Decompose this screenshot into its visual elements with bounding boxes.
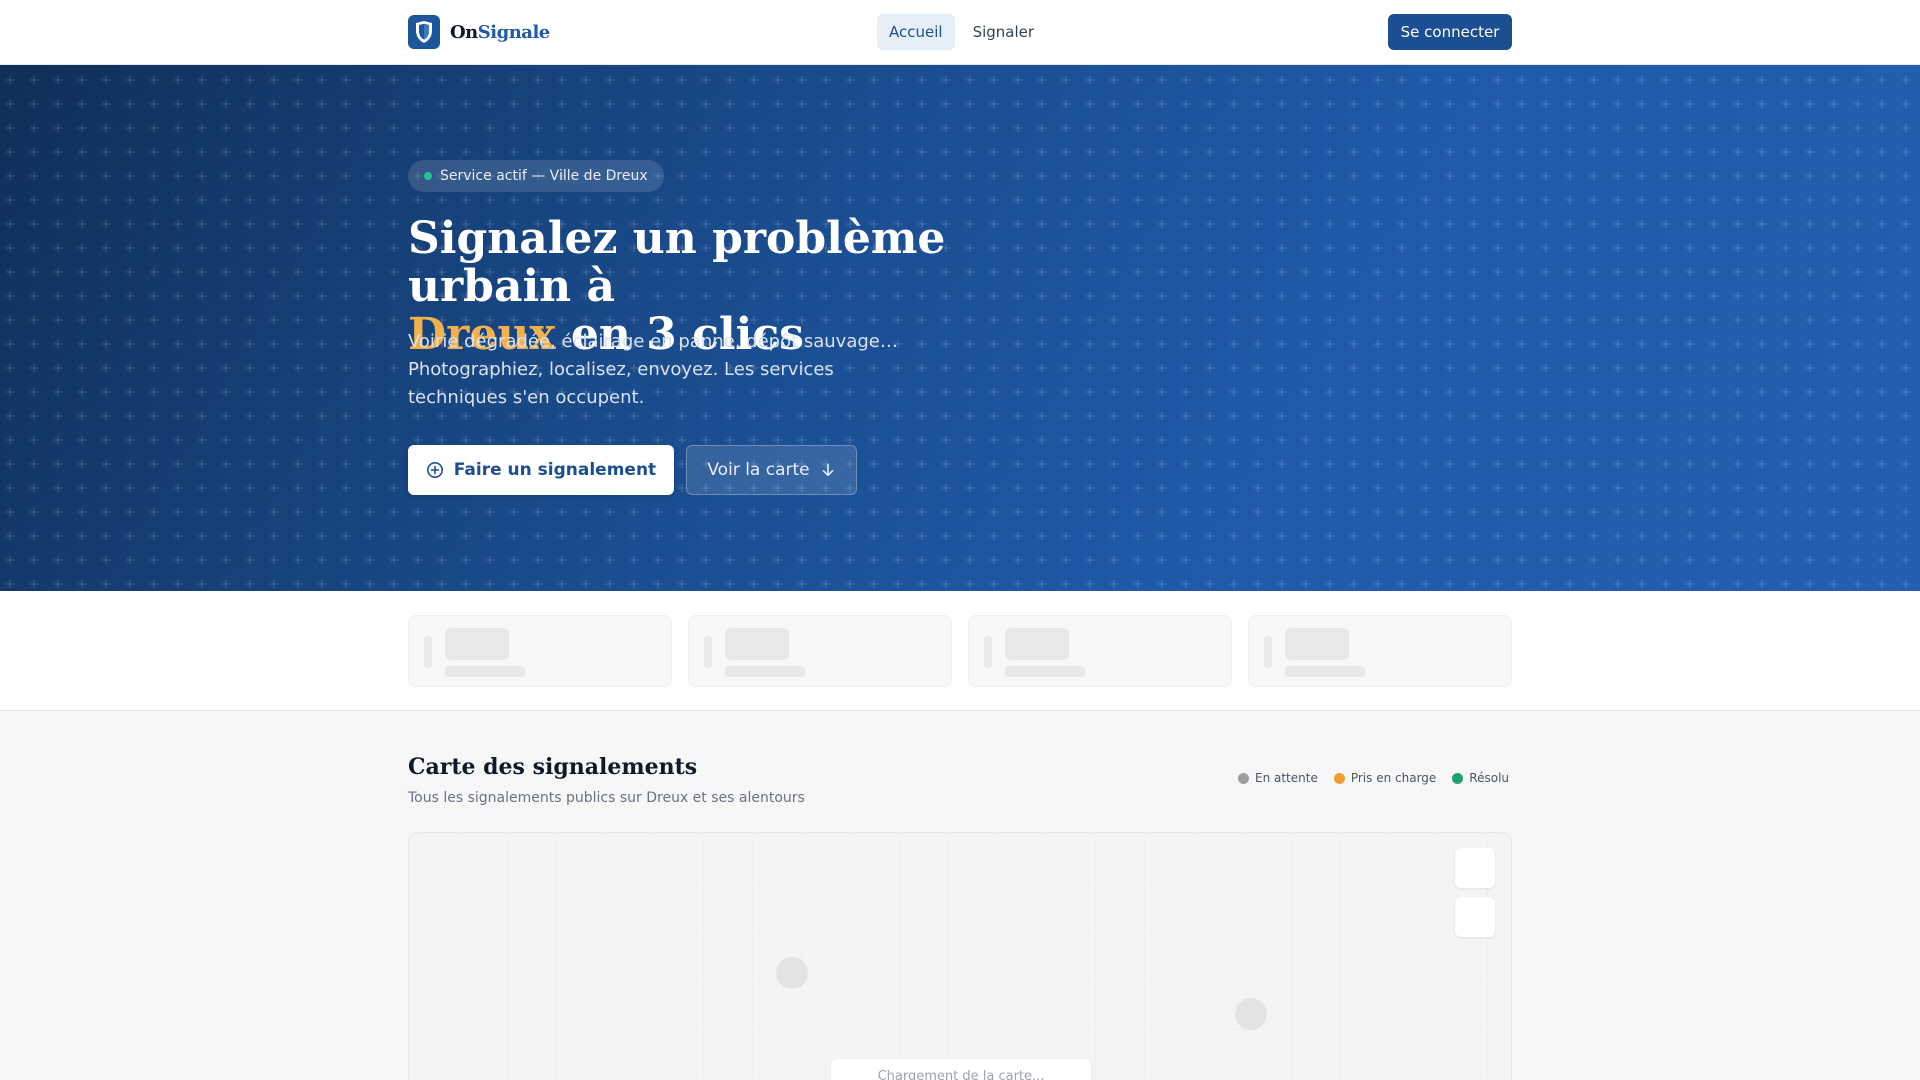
nav-item-signaler[interactable]: Signaler xyxy=(961,14,1046,50)
login-button[interactable]: Se connecter xyxy=(1388,14,1512,50)
legend-label: En attente xyxy=(1255,771,1318,785)
skeleton-value xyxy=(725,628,789,660)
service-status-text: Service actif — Ville de Dreux xyxy=(440,168,648,184)
top-header: OnSignale Accueil Signaler Se connecter xyxy=(0,0,1920,65)
legend-label: Pris en charge xyxy=(1350,771,1437,785)
stat-card-skeleton xyxy=(408,615,672,687)
map-marker-skeleton xyxy=(1235,998,1267,1030)
stats-section xyxy=(0,591,1920,711)
nav-item-accueil[interactable]: Accueil xyxy=(877,14,955,50)
map-loading-indicator: Chargement de la carte... xyxy=(831,1059,1091,1080)
service-status-badge: Service actif — Ville de Dreux xyxy=(408,160,664,192)
legend-item-in-progress: Pris en charge xyxy=(1333,771,1437,785)
map-legend: En attente Pris en charge Résolu xyxy=(1238,771,1509,785)
view-map-button-label: Voir la carte xyxy=(707,460,810,480)
skeleton-icon xyxy=(984,636,992,668)
skeleton-label xyxy=(1005,666,1085,677)
report-button-label: Faire un signalement xyxy=(453,460,657,480)
plus-circle-icon xyxy=(426,462,443,478)
legend-label: Résolu xyxy=(1469,771,1510,785)
reports-map[interactable]: Chargement de la carte... xyxy=(408,832,1512,1080)
skeleton-label xyxy=(445,666,525,677)
skeleton-value xyxy=(445,628,509,660)
hero-title-line1: Signalez un problème urbain à xyxy=(408,213,946,312)
view-map-button[interactable]: Voir la carte xyxy=(686,445,857,495)
arrow-down-icon xyxy=(822,463,833,477)
main-nav: Accueil Signaler xyxy=(877,14,1046,50)
brand-name: OnSignale xyxy=(450,22,550,43)
skeleton-label xyxy=(725,666,805,677)
skeleton-label xyxy=(1285,666,1365,677)
skeleton-icon xyxy=(704,636,712,668)
map-marker-skeleton xyxy=(776,957,808,989)
stat-card-skeleton xyxy=(1248,615,1512,687)
brand-logo-link[interactable]: OnSignale xyxy=(408,15,550,49)
legend-dot-icon xyxy=(1333,772,1345,784)
map-grid-placeholder xyxy=(409,833,1511,1080)
legend-item-pending: En attente xyxy=(1238,771,1318,785)
hero-section: Service actif — Ville de Dreux Signalez … xyxy=(0,65,1920,591)
legend-dot-icon xyxy=(1452,772,1464,784)
brand-name-prefix: On xyxy=(450,21,478,43)
brand-name-suffix: Signale xyxy=(477,21,550,43)
stat-card-skeleton xyxy=(688,615,952,687)
zoom-out-button[interactable] xyxy=(1455,897,1495,937)
map-section-title: Carte des signalements xyxy=(408,754,698,780)
report-button[interactable]: Faire un signalement xyxy=(408,445,674,495)
skeleton-icon xyxy=(424,636,432,668)
zoom-in-button[interactable] xyxy=(1455,848,1495,888)
stat-card-skeleton xyxy=(968,615,1232,687)
legend-item-resolved: Résolu xyxy=(1452,771,1509,785)
skeleton-value xyxy=(1285,628,1349,660)
map-section-subtitle: Tous les signalements publics sur Dreux … xyxy=(408,790,805,806)
hero-subtitle: Voirie dégradée, éclairage en panne, dép… xyxy=(408,331,898,408)
shield-icon xyxy=(408,15,440,49)
status-dot-icon xyxy=(424,172,432,180)
skeleton-icon xyxy=(1264,636,1272,668)
skeleton-value xyxy=(1005,628,1069,660)
legend-dot-icon xyxy=(1238,772,1249,784)
